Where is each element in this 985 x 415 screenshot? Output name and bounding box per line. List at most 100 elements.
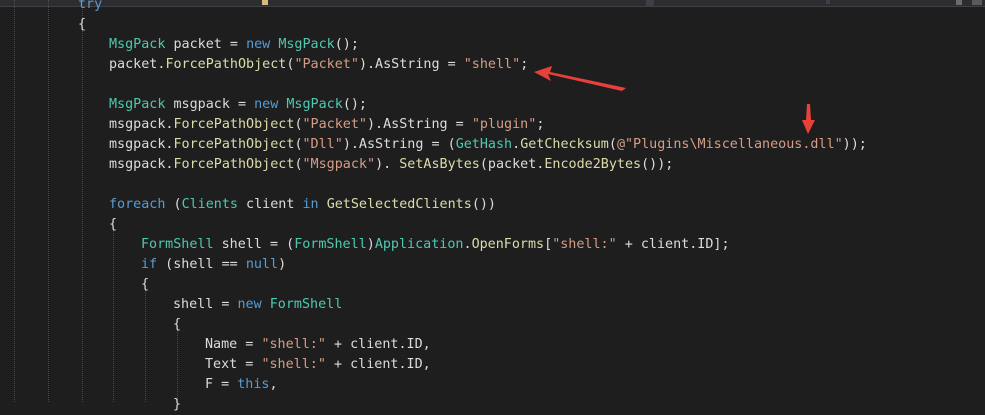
code-token: ()); xyxy=(641,157,674,172)
code-token: ).AsString = ( xyxy=(342,137,456,152)
code-line[interactable]: try xyxy=(78,0,102,15)
code-token: ).AsString = xyxy=(358,57,464,72)
code-token: FormShell xyxy=(294,237,367,252)
code-token: "Packet" xyxy=(302,117,368,132)
code-token: "shell:" xyxy=(552,237,617,252)
indent-guide xyxy=(48,0,49,402)
code-token: (packet. xyxy=(479,157,545,172)
code-line[interactable]: if (shell == null) xyxy=(141,255,286,275)
code-token: ( xyxy=(294,157,303,172)
code-line[interactable]: { xyxy=(141,275,149,295)
code-token: msgpack. xyxy=(109,117,174,132)
red-arrow-annotation xyxy=(534,66,626,91)
code-token: ). xyxy=(375,157,400,172)
code-token: GetSelectedClients xyxy=(326,197,472,212)
code-token: new xyxy=(237,297,262,312)
code-line[interactable]: F = this, xyxy=(205,375,278,395)
tab-divider xyxy=(646,0,654,6)
code-token: + client.ID, xyxy=(325,357,431,372)
code-token: )); xyxy=(842,137,867,152)
code-line[interactable]: MsgPack msgpack = new MsgPack(); xyxy=(109,95,367,115)
code-token: msgpack. xyxy=(109,137,174,152)
code-token: Application xyxy=(374,237,464,252)
code-token: F = xyxy=(205,377,238,392)
code-line[interactable]: shell = new FormShell xyxy=(173,295,342,315)
code-token: packet. xyxy=(109,57,166,72)
code-token: "shell:" xyxy=(261,357,326,372)
code-token: (); xyxy=(342,97,367,112)
indent-guide xyxy=(82,0,83,402)
code-line[interactable]: { xyxy=(78,15,86,35)
code-line[interactable]: { xyxy=(173,315,181,335)
code-line[interactable]: FormShell shell = (FormShell)Application… xyxy=(141,235,730,255)
code-line[interactable]: MsgPack packet = new MsgPack(); xyxy=(109,35,359,55)
code-token: ForcePathObject xyxy=(173,137,295,152)
code-token: ) xyxy=(366,237,375,252)
code-token: MsgPack xyxy=(286,97,343,112)
code-line[interactable]: } xyxy=(173,395,181,415)
code-token: "Dll" xyxy=(302,137,343,152)
code-token: packet = xyxy=(165,37,247,52)
code-token: { xyxy=(109,217,118,232)
code-token: Clients xyxy=(181,197,238,212)
code-line[interactable]: msgpack.ForcePathObject("Dll").AsString … xyxy=(109,135,867,155)
code-token: + client.ID]; xyxy=(616,237,730,252)
code-token: ForcePathObject xyxy=(173,117,295,132)
code-token: OpenForms xyxy=(471,237,545,252)
code-token: ( xyxy=(608,137,617,152)
code-line[interactable]: Name = "shell:" + client.ID, xyxy=(205,335,431,355)
indent-guide xyxy=(14,0,15,402)
code-token: shell = ( xyxy=(213,237,295,252)
indent-guide xyxy=(113,230,114,402)
code-token: MsgPack xyxy=(109,97,166,112)
code-token: (); xyxy=(334,37,359,52)
code-line[interactable]: { xyxy=(109,215,117,235)
code-token: "Packet" xyxy=(294,57,359,72)
code-token: new xyxy=(254,97,279,112)
code-token: this xyxy=(237,377,270,392)
code-token: . xyxy=(512,137,521,152)
code-token: "shell" xyxy=(463,57,521,72)
code-token: try xyxy=(78,0,103,12)
code-token: "plugin" xyxy=(471,117,537,132)
code-token: ForcePathObject xyxy=(173,157,295,172)
code-token: , xyxy=(269,377,278,392)
tab-marker xyxy=(262,0,268,5)
code-line[interactable]: msgpack.ForcePathObject("Msgpack"). SetA… xyxy=(109,155,673,175)
code-token: GetHash xyxy=(455,137,513,152)
code-token: Name = xyxy=(205,337,262,352)
scroll-button[interactable] xyxy=(956,0,962,5)
code-token: ).AsString = xyxy=(367,117,472,132)
code-line[interactable]: Text = "shell:" + client.ID, xyxy=(205,355,431,375)
tab-divider xyxy=(826,0,830,4)
code-line[interactable]: msgpack.ForcePathObject("Packet").AsStri… xyxy=(109,115,544,135)
code-token: msgpack = xyxy=(165,97,255,112)
code-token: null xyxy=(245,257,279,272)
code-token: [ xyxy=(544,237,553,252)
code-line[interactable]: foreach (Clients client in GetSelectedCl… xyxy=(109,195,496,215)
code-token: GetChecksum xyxy=(520,137,609,152)
window-button[interactable] xyxy=(972,0,982,5)
code-token: ( xyxy=(294,137,303,152)
code-token: ; xyxy=(520,57,529,72)
code-token: @"Plugins\Miscellaneous.dll" xyxy=(616,137,843,152)
code-token: ()) xyxy=(471,197,496,212)
code-token: Text = xyxy=(205,357,262,372)
code-token: new xyxy=(246,37,271,52)
code-token: if xyxy=(141,257,158,272)
code-token: shell = xyxy=(173,297,238,312)
code-token: (shell == xyxy=(157,257,246,272)
code-token: ( xyxy=(165,197,182,212)
code-token: "Msgpack" xyxy=(302,157,376,172)
code-token: msgpack. xyxy=(109,157,174,172)
editor-tab-strip[interactable] xyxy=(0,0,985,7)
code-token: + client.ID, xyxy=(325,337,431,352)
code-line[interactable]: packet.ForcePathObject("Packet").AsStrin… xyxy=(109,55,528,75)
code-token: Encode2Bytes xyxy=(544,157,642,172)
code-token: FormShell xyxy=(269,297,343,312)
code-token: SetAsBytes xyxy=(399,157,480,172)
code-token: ( xyxy=(294,117,303,132)
code-token: { xyxy=(173,317,182,332)
